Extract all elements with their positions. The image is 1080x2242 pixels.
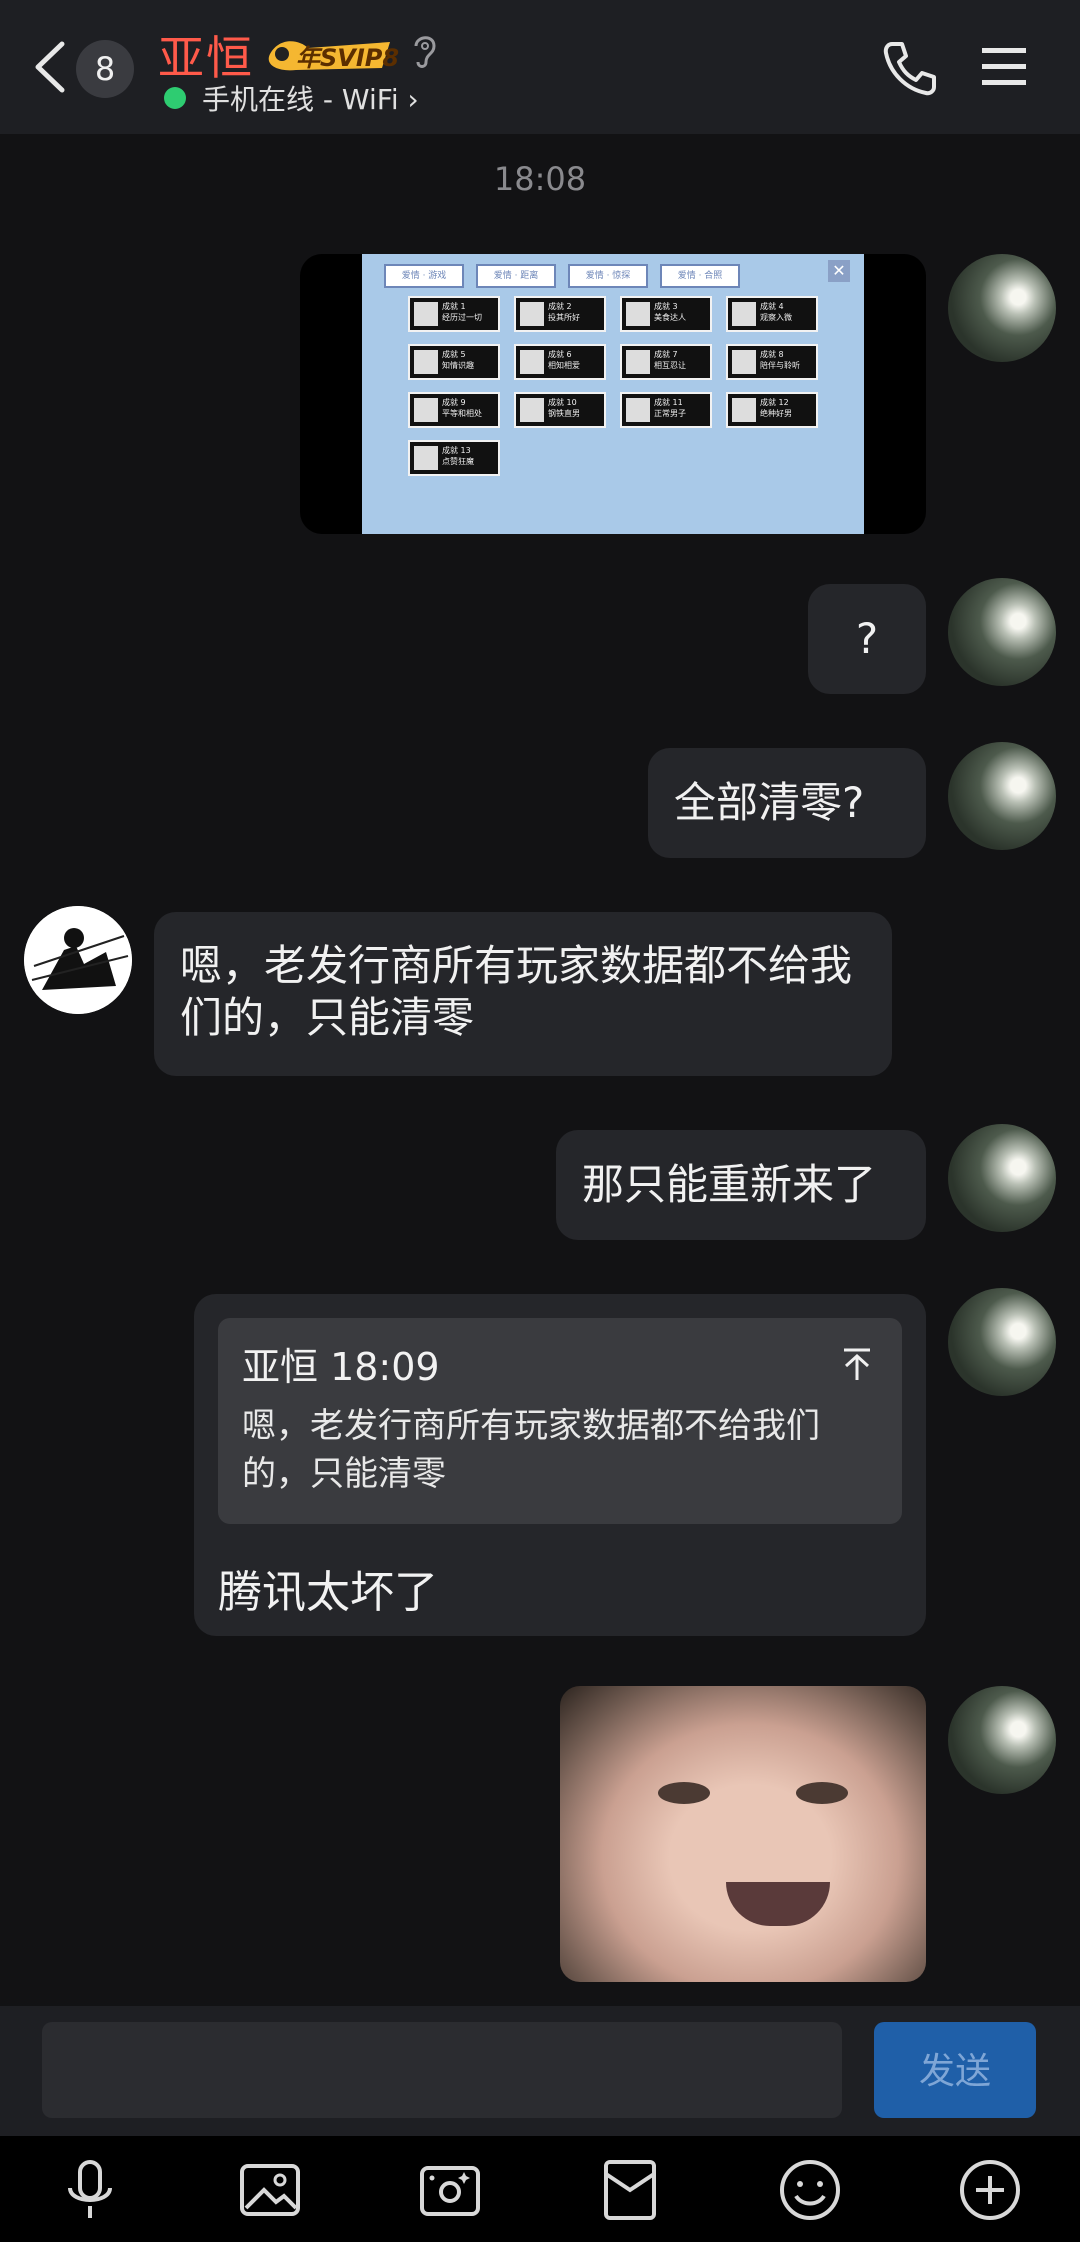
achievement-card: 成就 1 经历过一切 bbox=[408, 296, 500, 332]
chat-header: 8 亚恒 年SVIP8 手机在线 - WiFi › bbox=[0, 0, 1080, 134]
svip-badge-label: 年SVIP8 bbox=[296, 44, 400, 72]
mouth-shape bbox=[726, 1882, 830, 1926]
quoted-author-time: 亚恒 18:09 bbox=[242, 1345, 440, 1389]
achievement-card: 成就 4 观察入微 bbox=[726, 296, 818, 332]
plus-icon[interactable] bbox=[956, 2156, 1024, 2224]
manga-avatar-icon bbox=[24, 906, 132, 1014]
close-icon: ✕ bbox=[828, 260, 850, 282]
achievement-card: 成就 11 正常男子 bbox=[620, 392, 712, 428]
sent-message-bubble[interactable]: 全部清零? bbox=[648, 748, 926, 858]
call-icon[interactable] bbox=[880, 38, 940, 98]
message-timestamp: 18:08 bbox=[493, 160, 587, 198]
achievement-card: 成就 7 相互忍让 bbox=[620, 344, 712, 380]
ear-icon[interactable] bbox=[408, 30, 440, 70]
eye-shape bbox=[796, 1782, 848, 1804]
game-tab: 爱情 · 惊探 bbox=[568, 264, 648, 288]
camera-icon[interactable] bbox=[416, 2156, 484, 2224]
reply-text: 腾讯太坏了 bbox=[218, 1567, 438, 1618]
microphone-icon[interactable] bbox=[56, 2156, 124, 2224]
my-avatar[interactable] bbox=[948, 1288, 1056, 1396]
achievement-card: 成就 13 点赞狂魔 bbox=[408, 440, 500, 476]
my-avatar[interactable] bbox=[948, 578, 1056, 686]
online-status-label[interactable]: 手机在线 - WiFi › bbox=[202, 78, 419, 118]
contact-avatar[interactable] bbox=[24, 906, 132, 1014]
achievement-card: 成就 9 平等和相处 bbox=[408, 392, 500, 428]
achievement-card: 成就 8 陪伴与聆听 bbox=[726, 344, 818, 380]
sent-message-bubble[interactable]: ? bbox=[808, 584, 926, 694]
received-message-bubble[interactable]: 嗯，老发行商所有玩家数据都不给我们的，只能清零 bbox=[154, 912, 892, 1076]
my-avatar[interactable] bbox=[948, 742, 1056, 850]
emoji-icon[interactable] bbox=[776, 2156, 844, 2224]
achievement-card: 成就 12 绝种好男 bbox=[726, 392, 818, 428]
achievement-card: 成就 5 知情识趣 bbox=[408, 344, 500, 380]
unread-count-badge[interactable]: 8 bbox=[76, 40, 134, 98]
achievement-card: 成就 10 钢铁直男 bbox=[514, 392, 606, 428]
red-packet-icon[interactable] bbox=[596, 2156, 664, 2224]
baby-face-image-message[interactable] bbox=[560, 1686, 926, 1982]
my-avatar[interactable] bbox=[948, 1124, 1056, 1232]
game-tab: 爱情 · 合照 bbox=[660, 264, 740, 288]
my-avatar[interactable] bbox=[948, 254, 1056, 362]
achievement-card: 成就 2 投其所好 bbox=[514, 296, 606, 332]
jump-to-quote-icon[interactable] bbox=[840, 1346, 874, 1382]
send-button[interactable]: 发送 bbox=[874, 2022, 1036, 2118]
sent-message-bubble[interactable]: 那只能重新来了 bbox=[556, 1130, 926, 1240]
eye-shape bbox=[658, 1782, 710, 1804]
online-status-dot bbox=[164, 87, 186, 109]
game-achievement-screenshot[interactable]: 爱情 · 游戏 爱情 · 距离 爱情 · 惊探 爱情 · 合照 ✕ 成就 1 经历… bbox=[362, 254, 864, 534]
menu-icon[interactable] bbox=[980, 44, 1028, 88]
image-icon[interactable] bbox=[236, 2156, 304, 2224]
game-tab: 爱情 · 游戏 bbox=[384, 264, 464, 288]
achievement-card: 成就 3 美食达人 bbox=[620, 296, 712, 332]
quoted-text: 嗯，老发行商所有玩家数据都不给我们的，只能清零 bbox=[242, 1406, 820, 1494]
back-icon[interactable] bbox=[30, 38, 70, 96]
game-tab: 爱情 · 距离 bbox=[476, 264, 556, 288]
message-input[interactable] bbox=[42, 2022, 842, 2118]
achievement-card: 成就 6 相知相爱 bbox=[514, 344, 606, 380]
bottom-toolbar bbox=[0, 2136, 1080, 2242]
my-avatar[interactable] bbox=[948, 1686, 1056, 1794]
